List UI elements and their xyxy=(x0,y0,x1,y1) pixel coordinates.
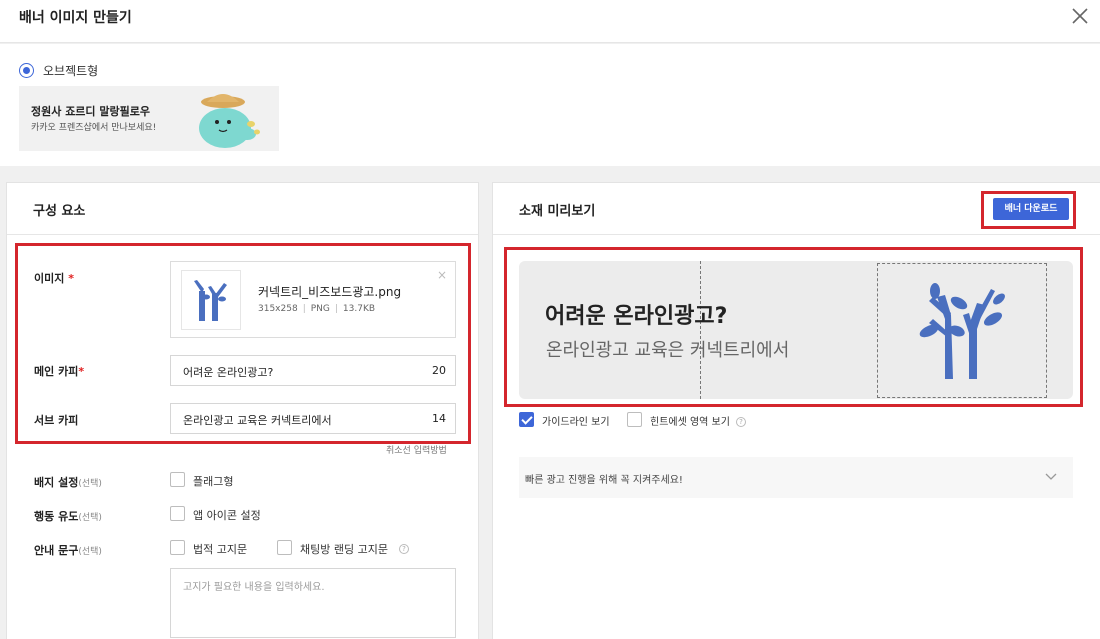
image-format: PNG xyxy=(310,304,330,314)
composition-panel-header: 구성 요소 xyxy=(7,183,478,235)
sub-copy-value: 온라인광고 교육은 커넥트리에서 xyxy=(183,414,332,427)
preview-main-copy: 어려운 온라인광고? xyxy=(545,304,728,329)
tree-icon xyxy=(194,280,227,321)
chevron-down-icon[interactable] xyxy=(1044,469,1058,483)
flag-type-label[interactable]: 플래그형 xyxy=(193,473,233,489)
badge-label: 배지 설정(선택) xyxy=(34,474,102,490)
guideline-divider xyxy=(700,261,701,399)
sample-banner: 정원사 죠르디 말랑필로우 카카오 프렌즈샵에서 만나보세요! xyxy=(19,86,279,151)
object-type-label[interactable]: 오브젝트형 xyxy=(43,62,98,79)
remove-icon[interactable]: × xyxy=(437,268,447,282)
main-copy-input[interactable]: 어려운 온라인광고? 20 xyxy=(170,355,456,386)
legal-notice-label[interactable]: 법적 고지문 xyxy=(193,541,247,557)
app-icon-label[interactable]: 앱 아이콘 설정 xyxy=(193,507,261,523)
hint-asset-label[interactable]: 힌트에셋 영역 보기 xyxy=(650,413,730,428)
composition-panel-title: 구성 요소 xyxy=(33,204,86,219)
close-icon[interactable] xyxy=(1071,7,1089,25)
notice-label-text: 안내 문구 xyxy=(34,544,79,557)
image-label-text: 이미지 xyxy=(34,272,65,285)
image-upload-box[interactable]: 커넥트리_비즈보드광고.png 315x258 | PNG | 13.7KB × xyxy=(170,261,456,338)
info-icon[interactable]: ? xyxy=(736,417,746,427)
image-thumbnail xyxy=(181,270,241,330)
sub-copy-label: 서브 카피 xyxy=(34,414,79,427)
meta-separator: | xyxy=(334,304,338,314)
image-required-mark: * xyxy=(68,272,74,285)
app-icon-checkbox[interactable] xyxy=(170,506,185,521)
preview-panel-header: 소재 미리보기 배너 다운로드 xyxy=(493,183,1100,235)
guideline-checkbox[interactable] xyxy=(519,412,534,427)
main-copy-value: 어려운 온라인광고? xyxy=(183,366,274,379)
modal-title: 배너 이미지 만들기 xyxy=(19,10,132,26)
action-optional: (선택) xyxy=(78,513,102,523)
composition-panel: 구성 요소 이미지 * 커넥트리_비즈보드광고.png 315x258 | PNG |… xyxy=(6,182,479,639)
image-file-meta: 315x258 | PNG | 13.7KB xyxy=(258,304,375,314)
notice-label: 안내 문구(선택) xyxy=(34,542,102,558)
banner-preview: 어려운 온라인광고? 온라인광고 교육은 커넥트리에서 xyxy=(519,261,1073,399)
guide-notice-bar[interactable]: 빠른 광고 진행을 위해 꼭 지켜주세요! xyxy=(519,457,1073,498)
main-copy-label: 메인 카피* xyxy=(34,363,84,379)
main-copy-label-text: 메인 카피 xyxy=(34,365,79,378)
image-file-name: 커넥트리_비즈보드광고.png xyxy=(258,285,402,299)
preview-panel-title: 소재 미리보기 xyxy=(519,204,596,219)
character-image xyxy=(199,94,260,148)
guideline-label[interactable]: 가이드라인 보기 xyxy=(542,413,610,428)
info-icon[interactable]: ? xyxy=(399,544,409,554)
guide-notice-text: 빠른 광고 진행을 위해 꼭 지켜주세요! xyxy=(525,475,683,486)
main-copy-required-mark: * xyxy=(78,365,85,378)
sub-copy-count: 14 xyxy=(432,412,446,425)
image-size: 13.7KB xyxy=(342,304,376,314)
banner-type-section: 오브젝트형 정원사 죠르디 말랑필로우 카카오 프렌즈샵에서 만나보세요! xyxy=(0,44,1100,166)
preview-sub-copy: 온라인광고 교육은 커넥트리에서 xyxy=(546,340,790,361)
badge-label-text: 배지 설정 xyxy=(34,476,79,489)
image-label: 이미지 * xyxy=(34,270,74,286)
badge-optional: (선택) xyxy=(78,479,102,489)
modal-header: 배너 이미지 만들기 xyxy=(0,0,1100,43)
sub-copy-input[interactable]: 온라인광고 교육은 커넥트리에서 14 xyxy=(170,403,456,434)
legal-notice-checkbox[interactable] xyxy=(170,540,185,555)
strikethrough-help-link[interactable]: 취소선 입력방법 xyxy=(386,443,447,456)
sample-banner-subtitle: 카카오 프렌즈샵에서 만나보세요! xyxy=(31,123,157,133)
hint-asset-checkbox[interactable] xyxy=(627,412,642,427)
image-dimensions: 315x258 xyxy=(258,304,298,314)
action-label: 행동 유도(선택) xyxy=(34,508,102,524)
sample-banner-title: 정원사 죠르디 말랑필로우 xyxy=(31,105,150,118)
tree-icon xyxy=(919,283,1005,379)
object-type-radio[interactable] xyxy=(19,63,34,78)
preview-panel: 소재 미리보기 배너 다운로드 어려운 온라인광고? 온라인광고 교육은 커넥트… xyxy=(492,182,1100,639)
chat-landing-notice-checkbox[interactable] xyxy=(277,540,292,555)
main-copy-count: 20 xyxy=(432,364,446,377)
notice-textarea[interactable]: 고지가 필요한 내용을 입력하세요. xyxy=(170,568,456,638)
chat-landing-notice-label[interactable]: 채팅방 랜딩 고지문 xyxy=(300,541,388,557)
meta-separator: | xyxy=(302,304,306,314)
banner-download-button[interactable]: 배너 다운로드 xyxy=(993,198,1069,220)
action-label-text: 행동 유도 xyxy=(34,510,79,523)
notice-placeholder: 고지가 필요한 내용을 입력하세요. xyxy=(183,582,325,593)
notice-optional: (선택) xyxy=(78,547,102,557)
flag-type-checkbox[interactable] xyxy=(170,472,185,487)
